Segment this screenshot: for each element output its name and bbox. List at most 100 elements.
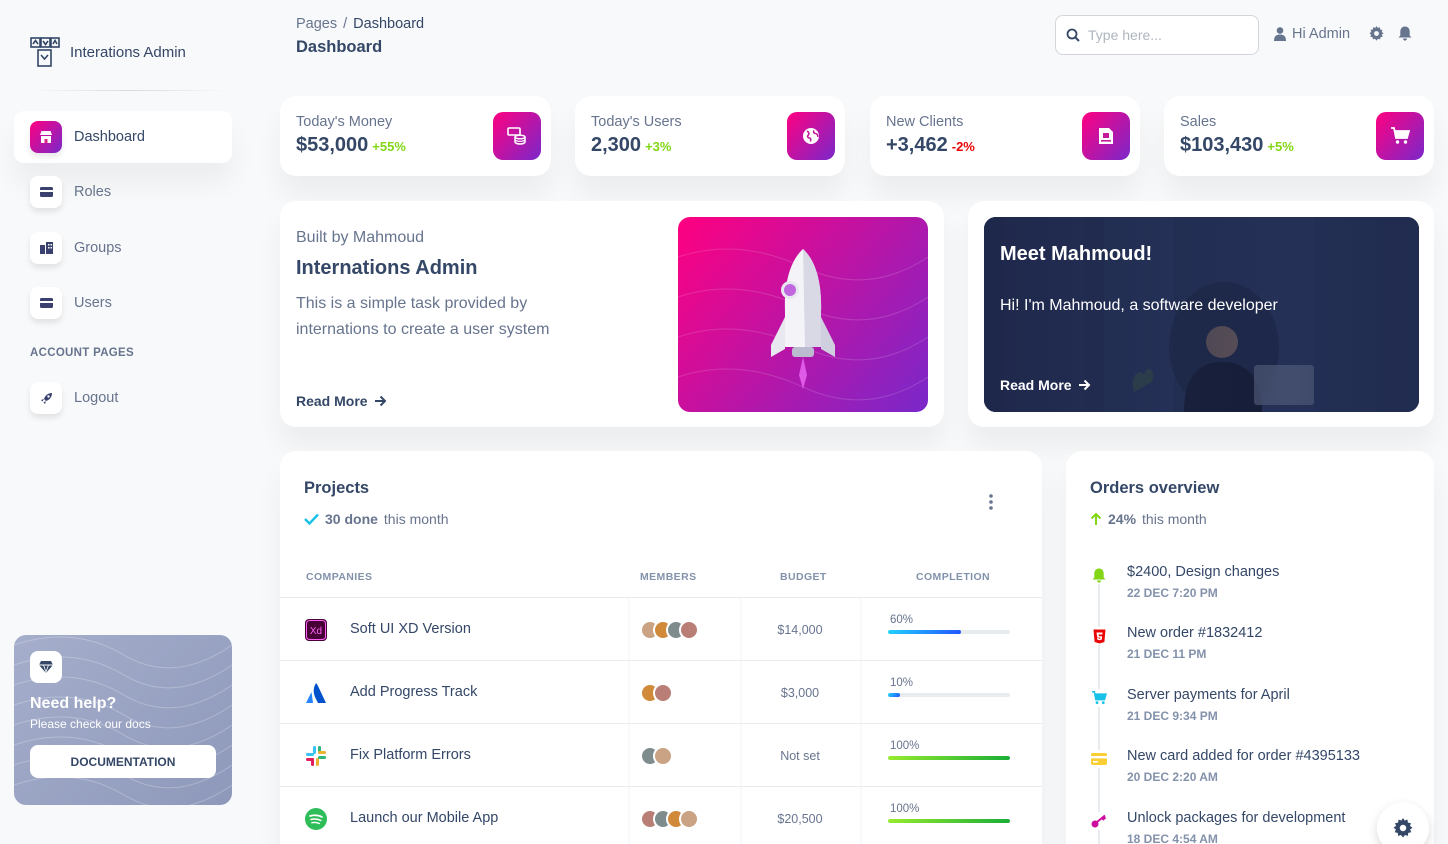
avatar[interactable] xyxy=(653,746,673,766)
credit-card-icon xyxy=(30,176,62,208)
key-icon xyxy=(1090,812,1108,830)
table-row[interactable]: Xd Soft UI XD Version $14,000 60% xyxy=(280,597,1042,660)
project-name: Add Progress Track xyxy=(350,684,478,700)
timeline-date: 18 DEC 4:54 AM xyxy=(1127,832,1218,844)
orders-subtitle: 24% this month xyxy=(1090,511,1207,527)
stat-value: +3,462 -2% xyxy=(886,134,975,157)
money-icon xyxy=(493,112,541,160)
read-more-link[interactable]: Read More xyxy=(296,393,387,409)
stat-card-money: Today's Money $53,000 +55% xyxy=(280,96,551,176)
read-more-label: Read More xyxy=(296,393,368,409)
stat-title: Today's Users xyxy=(591,114,682,130)
rocket-icon xyxy=(678,248,928,401)
timeline-line xyxy=(1098,576,1100,844)
column-separator xyxy=(628,787,630,844)
sidebar: Interations Admin Dashboard Roles Groups… xyxy=(0,0,248,844)
page-title: Dashboard xyxy=(296,38,383,56)
column-separator xyxy=(740,787,742,844)
column-separator xyxy=(628,598,630,660)
spotify-icon xyxy=(305,808,327,830)
more-vertical-icon[interactable] xyxy=(986,493,996,511)
orders-title: Orders overview xyxy=(1090,479,1220,497)
sidebar-item-logout[interactable]: Logout xyxy=(14,372,232,424)
members-group xyxy=(640,683,673,703)
avatar[interactable] xyxy=(679,809,699,829)
table-row[interactable]: Add Progress Track $3,000 10% xyxy=(280,660,1042,723)
diamond-icon xyxy=(30,651,62,683)
timeline-date: 22 DEC 7:20 PM xyxy=(1127,586,1218,600)
read-more-label: Read More xyxy=(1000,377,1072,393)
gear-icon xyxy=(1393,818,1413,838)
grid-logo-icon xyxy=(30,37,60,67)
cart-icon xyxy=(1376,112,1424,160)
brand[interactable]: Interations Admin xyxy=(30,36,186,68)
stat-value: $103,430 +5% xyxy=(1180,134,1294,157)
budget-value: $20,500 xyxy=(777,812,823,826)
members-group xyxy=(640,620,699,640)
sidebar-item-label: Groups xyxy=(74,240,122,256)
read-more-link[interactable]: Read More xyxy=(1000,377,1091,393)
column-header: COMPLETION xyxy=(916,571,990,583)
built-by-card: Built by Mahmoud Internations Admin This… xyxy=(280,201,944,427)
atlassian-icon xyxy=(306,683,326,703)
sidebar-item-label: Dashboard xyxy=(74,129,145,145)
stat-title: New Clients xyxy=(886,114,964,130)
column-header: MEMBERS xyxy=(640,571,697,583)
check-icon xyxy=(304,513,319,525)
column-separator xyxy=(860,598,862,660)
built-description: This is a simple task provided by intern… xyxy=(296,295,550,338)
column-header: BUDGET xyxy=(780,571,827,583)
breadcrumb-separator: / xyxy=(343,16,348,32)
project-name: Fix Platform Errors xyxy=(350,747,471,763)
column-separator xyxy=(860,724,862,786)
column-separator xyxy=(860,661,862,723)
column-separator xyxy=(628,724,630,786)
help-subtitle: Please check our docs xyxy=(30,717,151,731)
stat-card-sales: Sales $103,430 +5% xyxy=(1164,96,1434,176)
table-row[interactable]: Launch our Mobile App $20,500 100% xyxy=(280,786,1042,844)
avatar[interactable] xyxy=(653,683,673,703)
stat-title: Sales xyxy=(1180,114,1217,130)
progress-bar xyxy=(888,630,1010,634)
meet-card: Meet Mahmoud! Hi! I'm Mahmoud, a softwar… xyxy=(968,201,1434,427)
gear-icon[interactable] xyxy=(1369,26,1384,41)
sidebar-item-groups[interactable]: Groups xyxy=(14,222,232,274)
progress-bar xyxy=(888,756,1010,760)
documentation-button[interactable]: DOCUMENTATION xyxy=(30,745,216,778)
sidebar-item-users[interactable]: Users xyxy=(14,277,232,329)
column-separator xyxy=(628,661,630,723)
breadcrumb-current: Dashboard xyxy=(353,16,425,32)
sidebar-item-label: Roles xyxy=(74,184,112,200)
members-group xyxy=(640,746,673,766)
timeline-title: Server payments for April xyxy=(1127,687,1290,703)
progress-fill xyxy=(888,819,1010,823)
orders-change: 24% xyxy=(1108,511,1137,527)
sidebar-section-label: ACCOUNT PAGES xyxy=(30,347,134,359)
bell-icon xyxy=(1090,566,1108,584)
document-icon xyxy=(1082,112,1130,160)
office-building-icon xyxy=(30,232,62,264)
project-name: Soft UI XD Version xyxy=(350,621,471,637)
sign-in-link[interactable]: Hi Admin xyxy=(1274,26,1350,42)
stat-change: +55% xyxy=(372,139,406,154)
breadcrumb-root[interactable]: Pages xyxy=(296,16,337,32)
sidebar-item-dashboard[interactable]: Dashboard xyxy=(14,111,232,163)
bell-icon[interactable] xyxy=(1398,26,1412,41)
sidebar-item-roles[interactable]: Roles xyxy=(14,166,232,218)
table-row[interactable]: Fix Platform Errors Not set 100% xyxy=(280,723,1042,786)
projects-subtitle: 30 done this month xyxy=(304,511,449,527)
avatar[interactable] xyxy=(679,620,699,640)
meet-title: Meet Mahmoud! xyxy=(1000,243,1153,265)
project-name: Launch our Mobile App xyxy=(350,810,499,826)
stat-number: $103,430 xyxy=(1180,134,1264,156)
help-card: Need help? Please check our docs DOCUMEN… xyxy=(14,635,232,805)
user-icon xyxy=(1274,27,1286,41)
search-box xyxy=(1055,15,1259,55)
globe-icon xyxy=(787,112,835,160)
done-suffix: this month xyxy=(383,511,449,527)
search-input[interactable] xyxy=(1088,27,1238,43)
breadcrumb: Pages / Dashboard xyxy=(296,16,424,32)
progress-fill xyxy=(888,756,1010,760)
built-title: Internations Admin xyxy=(296,257,478,279)
timeline-title: New order #1832412 xyxy=(1127,625,1263,641)
